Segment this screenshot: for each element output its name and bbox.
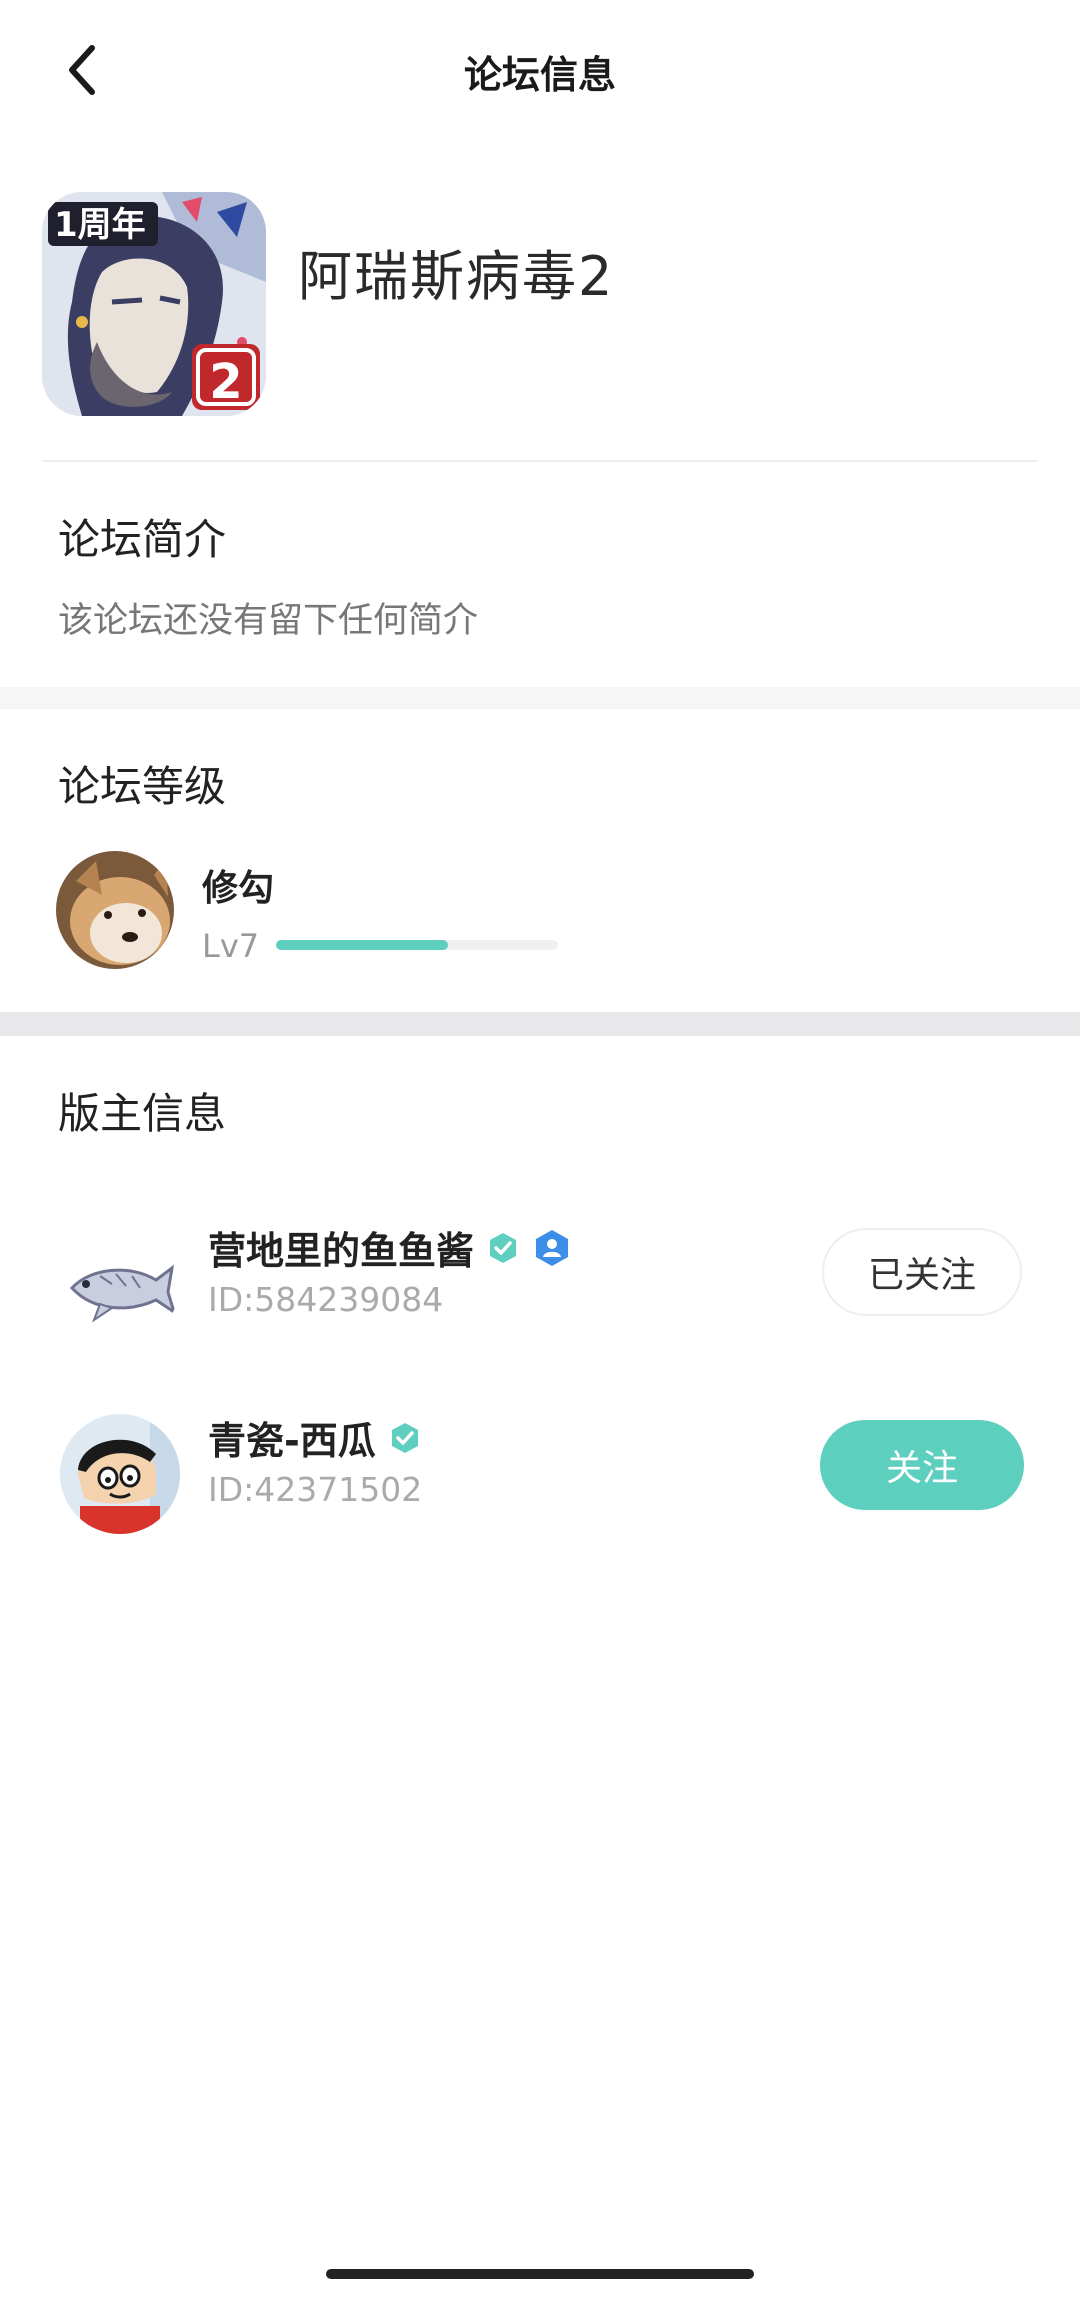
verified-badge-icon xyxy=(490,1232,517,1263)
avatar[interactable] xyxy=(60,1414,180,1534)
forum-game-icon: 1周年 2 xyxy=(42,192,266,416)
section-divider xyxy=(0,687,1080,709)
moderator-name: 青瓷-西瓜 xyxy=(208,1410,422,1465)
intro-text: 该论坛还没有留下任何简介 xyxy=(58,601,479,641)
level-label: Lv7 xyxy=(202,927,260,965)
moderators-section: 版主信息 营地里的鱼鱼酱 ID:584239084 已关注 青瓷-西瓜 ID:4… xyxy=(0,1036,1080,1596)
forum-level-section: 论坛等级 修勾 Lv7 xyxy=(0,709,1080,1012)
moderator-id: ID:42371502 xyxy=(208,1470,423,1509)
moderator-name-text: 青瓷-西瓜 xyxy=(208,1419,376,1463)
moderators-title: 版主信息 xyxy=(58,1089,227,1138)
moderator-name: 营地里的鱼鱼酱 xyxy=(208,1220,572,1275)
page-title: 论坛信息 xyxy=(463,53,616,97)
followed-button[interactable]: 已关注 xyxy=(822,1228,1022,1316)
admin-badge-icon xyxy=(536,1229,569,1266)
follow-button[interactable]: 关注 xyxy=(820,1420,1024,1510)
verified-badge-icon xyxy=(391,1422,418,1453)
forum-header: 1周年 2 阿瑞斯病毒2 xyxy=(42,192,1038,462)
forum-intro-section: 论坛简介 该论坛还没有留下任何简介 xyxy=(0,462,1080,687)
top-bar: 论坛信息 xyxy=(0,0,1080,140)
intro-title: 论坛简介 xyxy=(58,515,227,564)
anniversary-badge-text: 1周年 xyxy=(54,205,146,245)
avatar[interactable] xyxy=(60,1224,180,1344)
moderator-row[interactable]: 青瓷-西瓜 ID:42371502 关注 xyxy=(0,1410,1080,1540)
section-divider xyxy=(0,1012,1080,1036)
level-progress-fill xyxy=(276,940,449,950)
moderator-row[interactable]: 营地里的鱼鱼酱 ID:584239084 已关注 xyxy=(0,1220,1080,1350)
level-user-name: 修勾 xyxy=(202,868,275,909)
level-progress-bar xyxy=(276,940,558,950)
moderator-id: ID:584239084 xyxy=(208,1280,444,1319)
forum-name: 阿瑞斯病毒2 xyxy=(298,245,615,308)
avatar[interactable] xyxy=(56,851,174,969)
home-indicator xyxy=(326,2269,754,2279)
moderator-name-text: 营地里的鱼鱼酱 xyxy=(208,1229,475,1273)
game-number-text: 2 xyxy=(209,354,242,410)
level-title: 论坛等级 xyxy=(58,762,227,811)
